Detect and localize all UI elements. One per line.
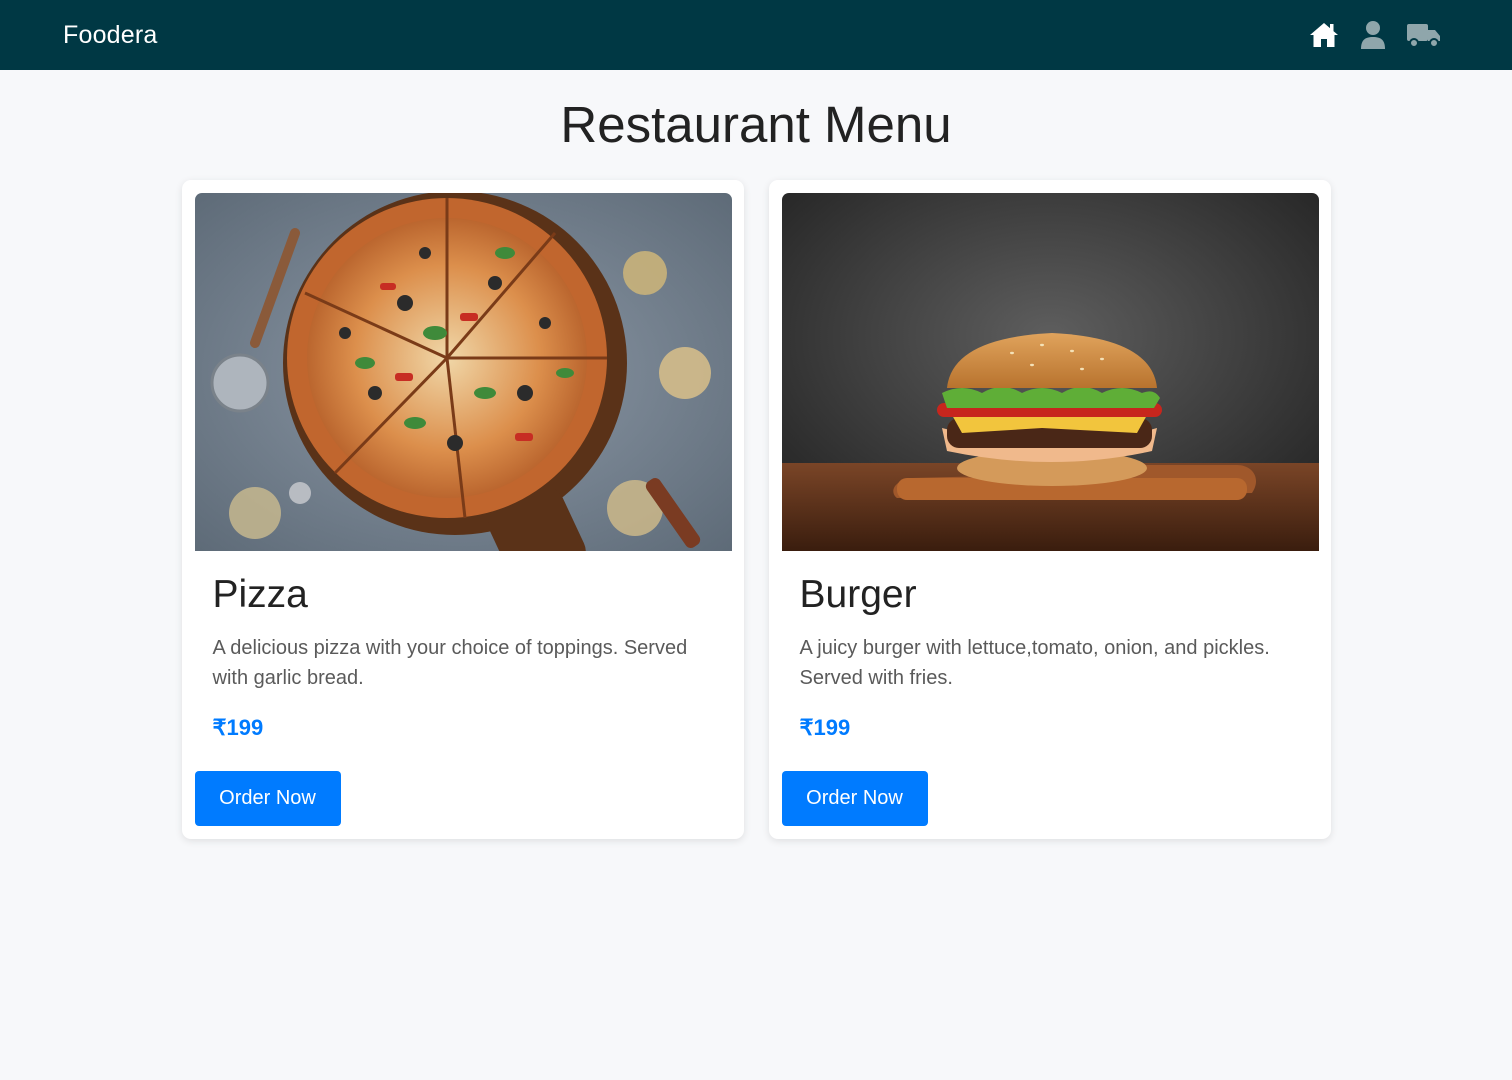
card-body: Pizza A delicious pizza with your choice… xyxy=(195,551,731,741)
page-title: Restaurant Menu xyxy=(560,96,952,153)
card-description: A delicious pizza with your choice of to… xyxy=(212,637,688,689)
pizza-image xyxy=(194,193,732,551)
truck-icon[interactable] xyxy=(1406,21,1442,49)
nav-icon-group xyxy=(1308,20,1442,50)
top-navbar: Foodera xyxy=(0,0,1512,70)
card-price: ₹199 xyxy=(212,715,264,740)
card-price: ₹199 xyxy=(799,715,851,740)
menu-card-burger: Burger A juicy burger with lettuce,tomat… xyxy=(768,180,1331,839)
menu-card-list: Pizza A delicious pizza with your choice… xyxy=(0,180,1512,839)
home-icon[interactable] xyxy=(1308,21,1340,49)
card-title: Burger xyxy=(799,573,917,616)
card-title: Pizza xyxy=(212,573,308,616)
user-icon[interactable] xyxy=(1360,20,1386,50)
burger-image xyxy=(781,193,1319,551)
order-now-button[interactable]: Order Now xyxy=(194,771,341,826)
brand-logo[interactable]: Foodera xyxy=(63,21,158,50)
order-now-button[interactable]: Order Now xyxy=(781,771,928,826)
card-body: Burger A juicy burger with lettuce,tomat… xyxy=(782,551,1318,741)
menu-card-pizza: Pizza A delicious pizza with your choice… xyxy=(181,180,744,839)
card-description: A juicy burger with lettuce,tomato, onio… xyxy=(799,637,1270,689)
